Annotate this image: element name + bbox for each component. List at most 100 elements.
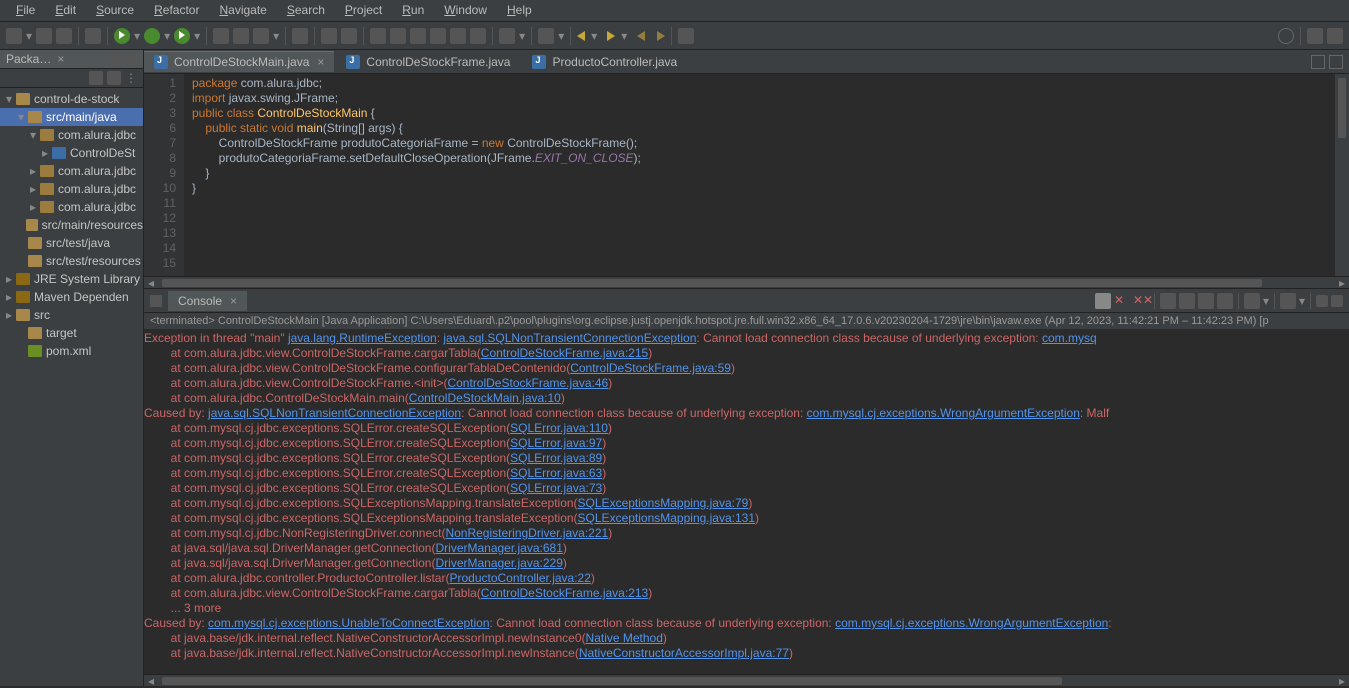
min-view-icon[interactable] — [1316, 295, 1328, 307]
editor-scrollbar[interactable] — [1335, 74, 1349, 276]
open-perspective-icon[interactable] — [1307, 28, 1323, 44]
package-explorer: Packa… × ⋮ ▾control-de-stock▾src/main/ja… — [0, 50, 144, 686]
tab-label: ControlDeStockMain.java — [174, 55, 309, 69]
menu-source[interactable]: Source — [86, 0, 144, 21]
last-edit-back-icon[interactable] — [637, 31, 645, 41]
code-area[interactable]: package com.alura.jdbc;import javax.swin… — [184, 74, 1349, 276]
coverage-icon[interactable] — [174, 28, 190, 44]
open-type-icon[interactable] — [292, 28, 308, 44]
tree-item[interactable]: ▾src/main/java — [0, 108, 143, 126]
toggle-mark-icon[interactable] — [370, 28, 386, 44]
package-explorer-tab[interactable]: Packa… × — [0, 50, 143, 69]
nav-back-icon[interactable] — [577, 31, 585, 41]
tree-item[interactable]: ▸Maven Dependen — [0, 288, 143, 306]
editor-tabs: ControlDeStockMain.java × ControlDeStockFr… — [144, 50, 1349, 74]
editor-tab[interactable]: ProductoController.java — [522, 51, 687, 72]
tree-item[interactable]: src/test/resources — [0, 252, 143, 270]
tree-item[interactable]: ▸com.alura.jdbc — [0, 180, 143, 198]
last-edit-fwd-icon[interactable] — [657, 31, 665, 41]
java-file-icon — [154, 55, 168, 69]
tree-item[interactable]: ▸com.alura.jdbc — [0, 162, 143, 180]
menu-run[interactable]: Run — [392, 0, 434, 21]
console-icon — [150, 295, 162, 307]
tree-item[interactable]: ▸ControlDeSt — [0, 144, 143, 162]
debug-icon[interactable] — [144, 28, 160, 44]
display-console-icon[interactable] — [1244, 293, 1260, 309]
perspective-icon[interactable] — [678, 28, 694, 44]
tree-item[interactable]: src/main/resources — [0, 216, 143, 234]
editor-tab[interactable]: ControlDeStockFrame.java — [336, 51, 520, 72]
remove-all-icon[interactable]: ✕✕ — [1133, 293, 1149, 309]
tree-item[interactable]: pom.xml — [0, 342, 143, 360]
view-menu-icon[interactable]: ⋮ — [125, 71, 137, 85]
whitespace-icon[interactable] — [430, 28, 446, 44]
menu-window[interactable]: Window — [434, 0, 497, 21]
console-tab-bar: Console × ✕ ✕✕ ▾ ▾ — [144, 289, 1349, 313]
pin-console-icon[interactable] — [1217, 293, 1233, 309]
tree-item[interactable]: ▾com.alura.jdbc — [0, 126, 143, 144]
console-output[interactable]: Exception in thread "main" java.lang.Run… — [144, 329, 1349, 674]
view-title: Packa… — [6, 52, 51, 66]
menu-search[interactable]: Search — [277, 0, 335, 21]
menu-file[interactable]: File — [6, 0, 45, 21]
menu-edit[interactable]: Edit — [45, 0, 86, 21]
minimize-icon[interactable] — [109, 53, 121, 65]
maximize-editor-icon[interactable] — [1329, 55, 1343, 69]
tree-item[interactable]: ▸JRE System Library — [0, 270, 143, 288]
build-icon[interactable] — [85, 28, 101, 44]
close-icon[interactable]: × — [230, 294, 237, 308]
save-icon[interactable] — [36, 28, 52, 44]
tree-item[interactable]: ▾control-de-stock — [0, 90, 143, 108]
tree-item[interactable]: ▸src — [0, 306, 143, 324]
tree-item[interactable]: src/test/java — [0, 234, 143, 252]
scroll-lock-icon[interactable] — [1179, 293, 1195, 309]
menu-project[interactable]: Project — [335, 0, 392, 21]
minimize-editor-icon[interactable] — [1311, 55, 1325, 69]
code-editor[interactable]: 1236789101112131415 package com.alura.jd… — [144, 74, 1349, 276]
ruler-icon[interactable] — [450, 28, 466, 44]
link-editor-icon[interactable] — [107, 71, 121, 85]
terminate-icon[interactable] — [1095, 293, 1111, 309]
menu-help[interactable]: Help — [497, 0, 542, 21]
java-file-icon — [532, 55, 546, 69]
nav-forward-icon[interactable] — [607, 31, 615, 41]
search-global-icon[interactable] — [1278, 28, 1294, 44]
close-icon[interactable]: × — [317, 55, 324, 69]
console-tab[interactable]: Console × — [168, 291, 247, 311]
menu-refactor[interactable]: Refactor — [144, 0, 209, 21]
project-tree[interactable]: ▾control-de-stock▾src/main/java▾com.alur… — [0, 88, 143, 686]
new-folder-icon[interactable] — [253, 28, 269, 44]
tree-item[interactable]: target — [0, 324, 143, 342]
paragraph-icon[interactable] — [470, 28, 486, 44]
save-all-icon[interactable] — [56, 28, 72, 44]
new-package-icon[interactable] — [213, 28, 229, 44]
task-icon[interactable] — [341, 28, 357, 44]
tab-label: ControlDeStockFrame.java — [366, 55, 510, 69]
menu-navigate[interactable]: Navigate — [209, 0, 276, 21]
editor-tab[interactable]: ControlDeStockMain.java × — [144, 51, 334, 72]
editor-hscroll[interactable]: ◂ ▸ — [144, 276, 1349, 288]
console-hscroll[interactable]: ◂ ▸ — [144, 674, 1349, 686]
new-class-icon[interactable] — [233, 28, 249, 44]
word-wrap-icon[interactable] — [1198, 293, 1214, 309]
collapse-all-icon[interactable] — [89, 71, 103, 85]
pin-icon[interactable] — [499, 28, 515, 44]
tree-item[interactable]: ▸com.alura.jdbc — [0, 198, 143, 216]
java-perspective-icon[interactable] — [1327, 28, 1343, 44]
search-icon[interactable] — [321, 28, 337, 44]
clear-console-icon[interactable] — [1160, 293, 1176, 309]
toggle-block-icon[interactable] — [390, 28, 406, 44]
line-gutter: 1236789101112131415 — [144, 74, 184, 276]
main-menu[interactable]: FileEditSourceRefactorNavigateSearchProj… — [0, 0, 1349, 22]
remove-launch-icon[interactable]: ✕ — [1114, 293, 1130, 309]
new-icon[interactable] — [6, 28, 22, 44]
breadcrumb-icon[interactable] — [410, 28, 426, 44]
open-console-icon[interactable] — [1280, 293, 1296, 309]
run-icon[interactable] — [114, 28, 130, 44]
console-title: Console — [178, 294, 222, 308]
maximize-icon[interactable] — [125, 53, 137, 65]
annotation-icon[interactable] — [538, 28, 554, 44]
close-icon[interactable]: × — [57, 52, 64, 66]
max-view-icon[interactable] — [1331, 295, 1343, 307]
console-process-header: <terminated> ControlDeStockMain [Java Ap… — [144, 313, 1349, 329]
